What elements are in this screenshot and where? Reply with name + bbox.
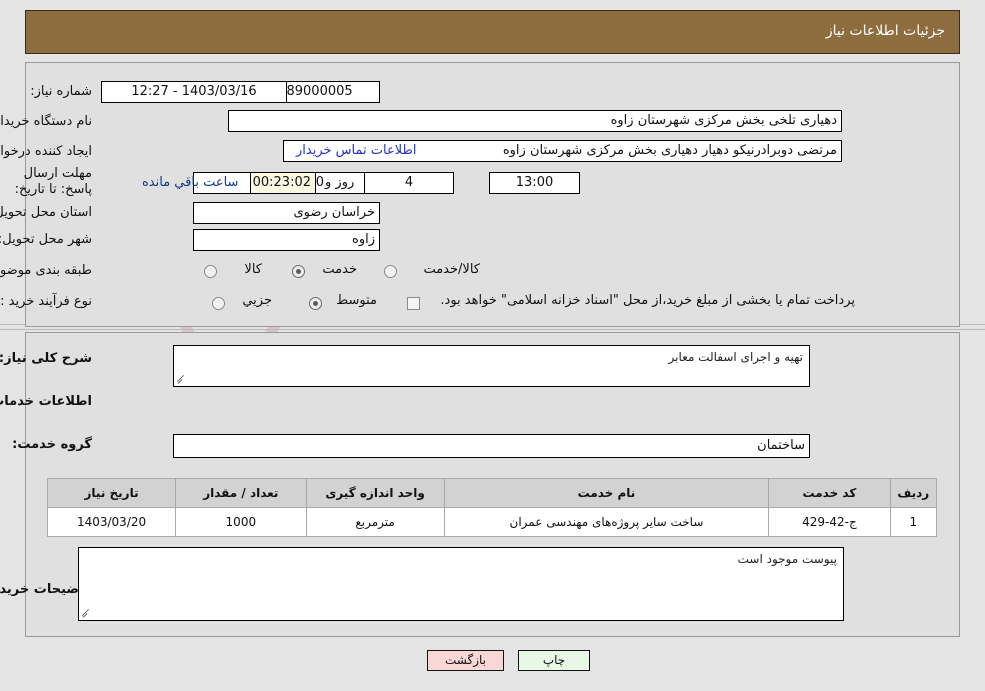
col-header-date: تاریخ نیاز — [46, 478, 177, 508]
page-title: جزئیات اطلاعات نیاز — [825, 23, 945, 39]
buyer-contact-link[interactable]: اطلاعات تماس خریدار — [296, 143, 416, 158]
delivery-province-value: خراسان رضوی — [193, 202, 380, 224]
buyer-notes-value: پیوست موجود است — [737, 552, 837, 566]
services-table: ردیف کد خدمت نام خدمت واحد اندازه گیری ت… — [46, 478, 938, 537]
countdown-suffix: ساعت باقي مانده — [142, 175, 239, 190]
col-header-code: کد خدمت — [768, 478, 891, 508]
cell-quantity: 1000 — [175, 507, 307, 537]
delivery-city-value: زاوه — [193, 229, 380, 251]
radio-process-motavaset[interactable] — [309, 297, 322, 310]
radio-category-kala[interactable] — [204, 265, 217, 278]
deadline-label: مهلت ارسال پاسخ: تا تاریخ: — [14, 166, 92, 197]
table-row: 1 ج-42-429 ساخت سایر پروژه‌های مهندسی عم… — [46, 507, 938, 537]
deadline-time-value: 13:00 — [489, 172, 580, 194]
remaining-days-value: 4 — [364, 172, 454, 194]
checkbox-islamic-treasury[interactable] — [407, 297, 420, 310]
cell-unit: مترمربع — [305, 507, 445, 537]
col-header-unit: واحد اندازه گیری — [305, 478, 445, 508]
services-section-heading: اطلاعات خدمات مورد نیاز — [0, 394, 92, 409]
cell-code: ج-42-429 — [768, 507, 891, 537]
col-header-name: نام خدمت — [443, 478, 770, 508]
general-desc-value: تهیه و اجرای اسفالت معابر — [668, 350, 803, 364]
need-number-label: شماره نیاز: — [30, 84, 92, 99]
cell-date: 1403/03/20 — [46, 507, 177, 537]
cell-row: 1 — [889, 507, 938, 537]
buyer-org-label: نام دستگاه خریدار: — [0, 114, 92, 129]
resize-grip-icon-notes[interactable] — [81, 609, 91, 619]
back-button[interactable]: بازگشت — [427, 650, 504, 671]
page-header-bar: جزئیات اطلاعات نیاز — [25, 10, 960, 54]
resize-grip-icon[interactable] — [176, 375, 186, 385]
process-type-label: نوع فرآیند خرید : — [0, 294, 92, 309]
table-header-row: ردیف کد خدمت نام خدمت واحد اندازه گیری ت… — [46, 478, 938, 508]
delivery-city-label: شهر محل تحویل: — [0, 232, 92, 247]
radio-category-khedmat[interactable] — [292, 265, 305, 278]
radio-category-kala-label: کالا — [244, 262, 262, 277]
service-group-value: ساختمان — [173, 434, 810, 458]
countdown-value: 00:23:02 — [250, 172, 316, 194]
radio-process-motavaset-label: متوسط — [336, 293, 377, 308]
buyer-notes-textarea[interactable]: پیوست موجود است — [78, 547, 844, 621]
col-header-quantity: تعداد / مقدار — [175, 478, 307, 508]
remaining-days-suffix: روز و — [325, 175, 355, 190]
radio-category-kala-khedmat[interactable] — [384, 265, 397, 278]
service-group-label: گروه خدمت: — [12, 437, 92, 452]
radio-category-kala-khedmat-label: کالا/خدمت — [423, 262, 480, 277]
islamic-treasury-note: پرداخت تمام یا بخشی از مبلغ خرید،از محل … — [440, 293, 855, 308]
radio-process-jozi[interactable] — [212, 297, 225, 310]
general-desc-label: شرح کلی نیاز: — [0, 351, 92, 366]
radio-process-jozi-label: جزیي — [242, 293, 272, 308]
col-header-row: ردیف — [889, 478, 938, 508]
general-desc-textarea[interactable]: تهیه و اجرای اسفالت معابر — [173, 345, 810, 387]
announce-datetime-value: 1403/03/16 - 12:27 — [101, 81, 287, 103]
category-label: طبقه بندی موضوعی: — [0, 263, 92, 278]
page-root: ArtaTender.net جزئیات اطلاعات نیاز شماره… — [0, 0, 985, 691]
buyer-org-value: دهیاری تلخی بخش مرکزی شهرستان زاوه — [228, 110, 842, 132]
requester-label: ایجاد کننده درخواست: — [0, 144, 92, 159]
cell-name: ساخت سایر پروژه‌های مهندسی عمران — [443, 507, 770, 537]
delivery-province-label: استان محل تحویل: — [0, 205, 92, 220]
print-button[interactable]: چاپ — [518, 650, 590, 671]
radio-category-khedmat-label: خدمت — [322, 262, 357, 277]
